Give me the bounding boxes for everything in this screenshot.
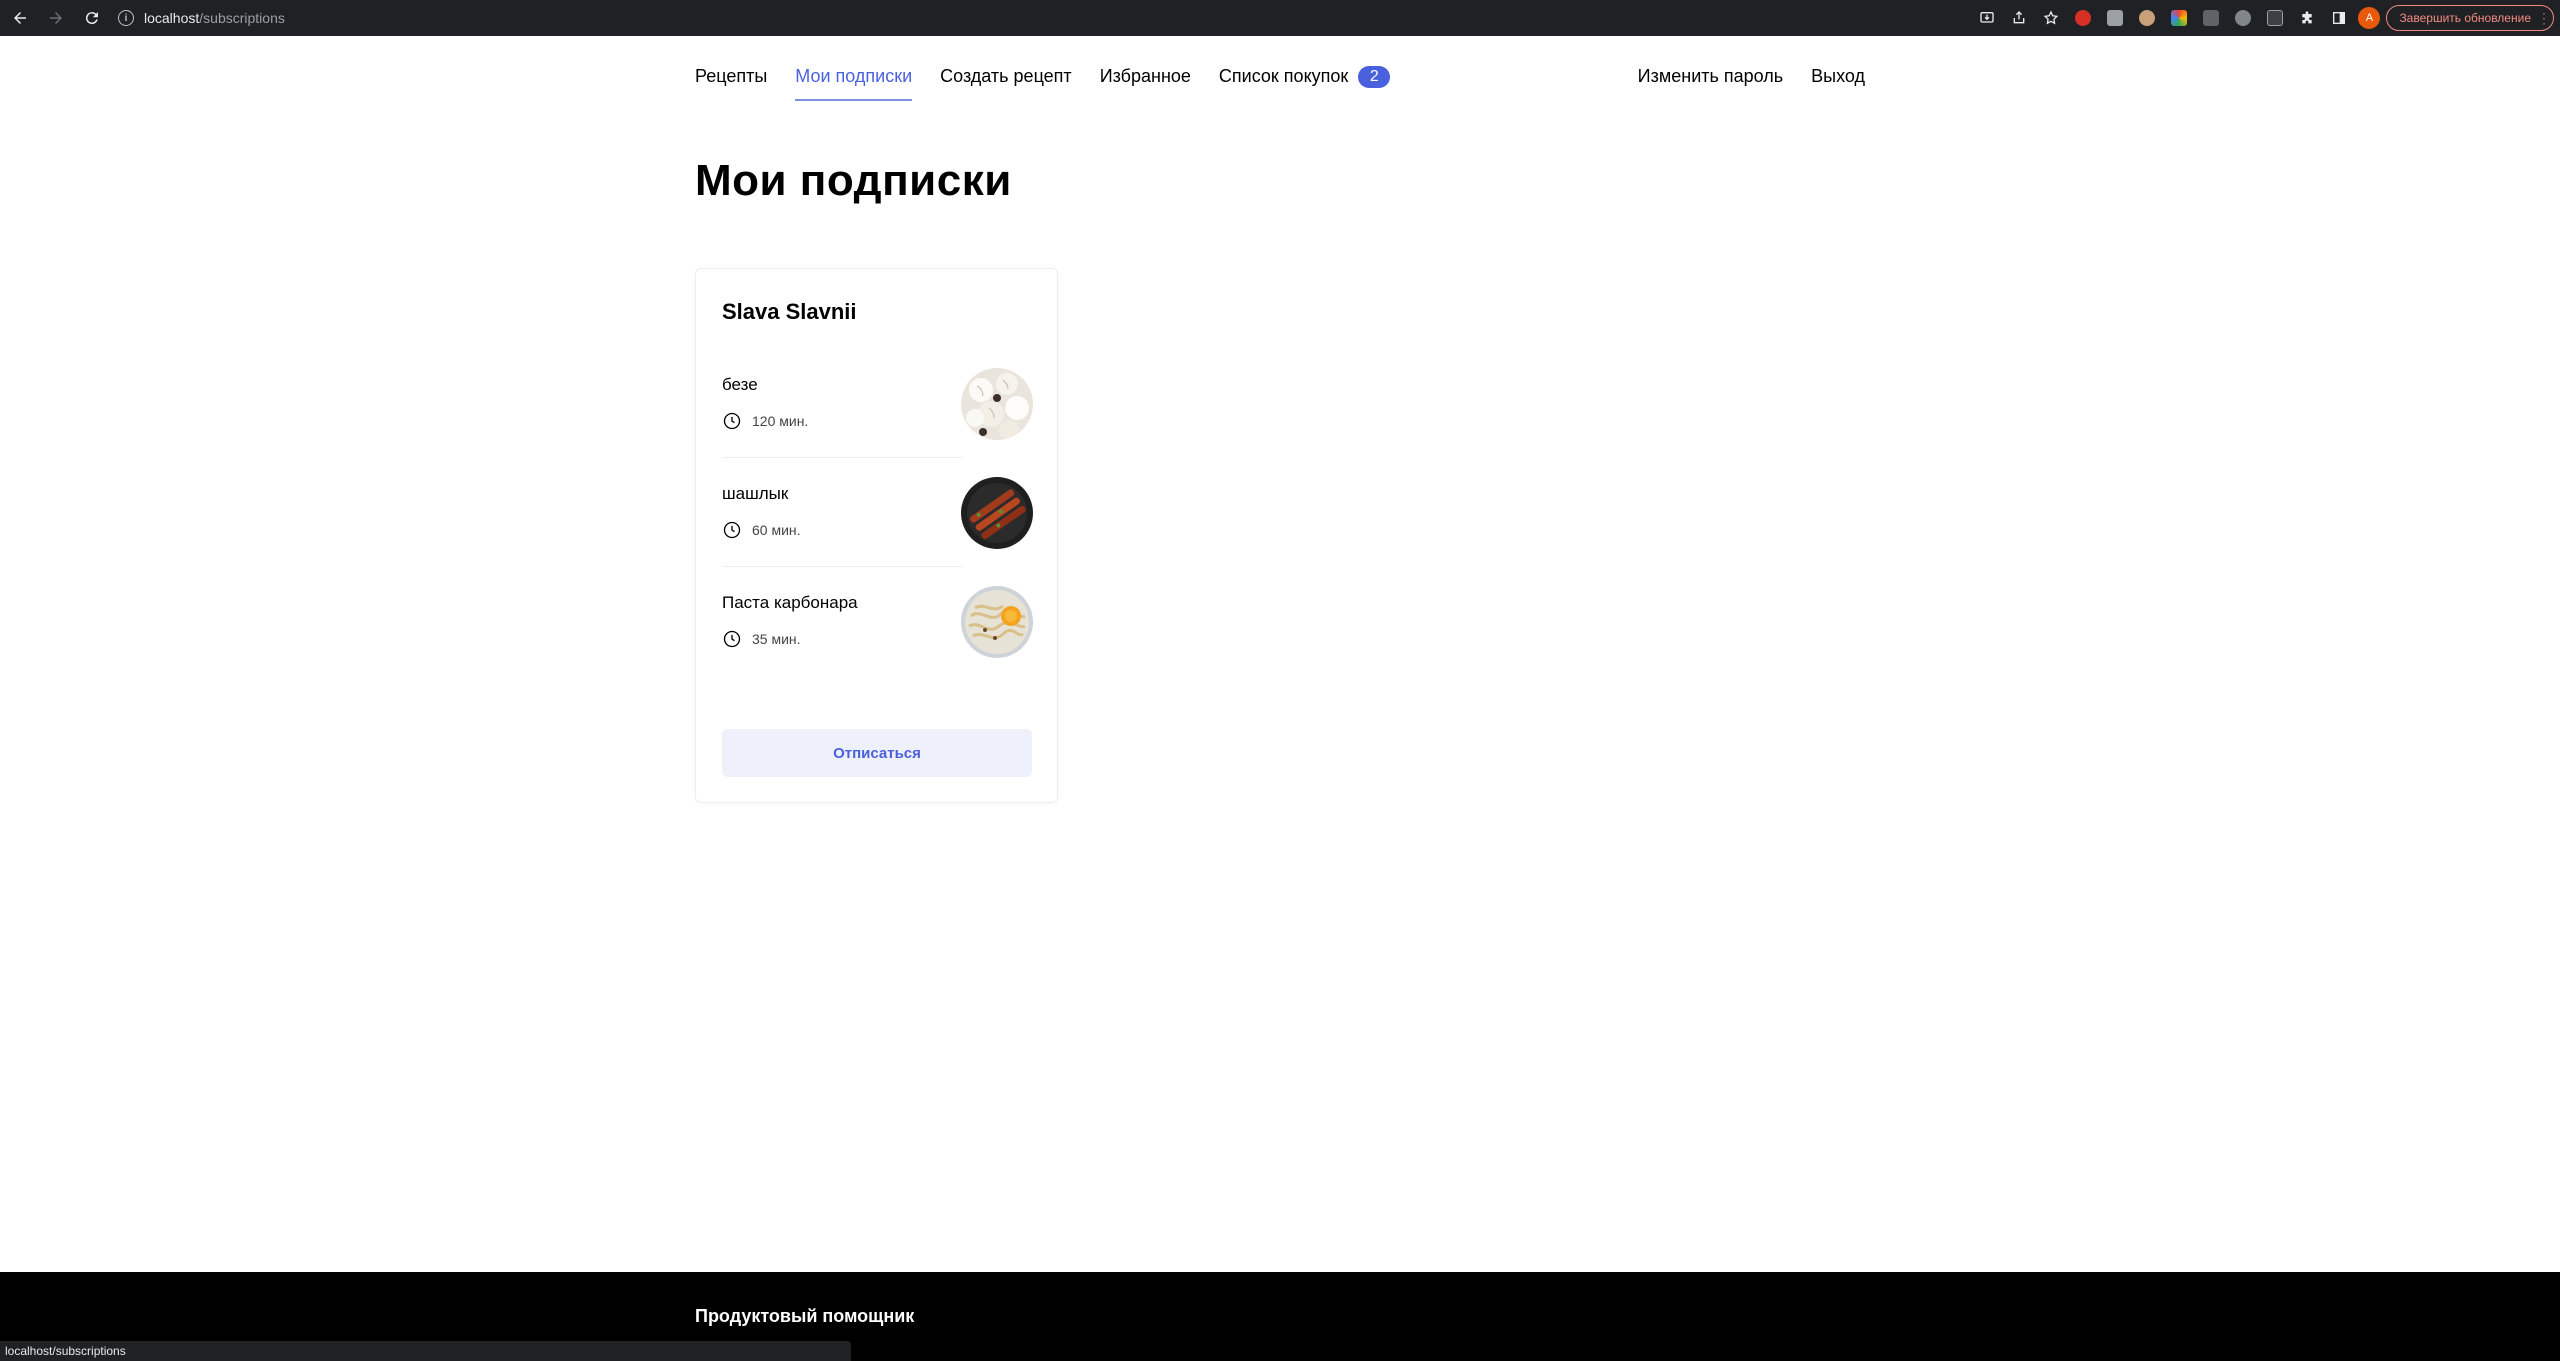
reload-icon[interactable]	[76, 2, 108, 34]
extension-tool-icon[interactable]	[2198, 5, 2224, 31]
site-info-icon[interactable]: i	[118, 10, 134, 26]
nav-item-create-recipe[interactable]: Создать рецепт	[940, 66, 1072, 101]
share-icon[interactable]	[2006, 5, 2032, 31]
nav-item-shopping-list[interactable]: Список покупок	[1219, 66, 1348, 101]
update-label: Завершить обновление	[2399, 11, 2531, 25]
extension-script-icon[interactable]	[2262, 5, 2288, 31]
clock-icon	[723, 521, 741, 539]
extension-color-icon[interactable]	[2166, 5, 2192, 31]
recipe-time: 120 мин.	[722, 411, 808, 431]
page-title: Мои подписки	[695, 156, 1012, 205]
link-status-bar: localhost/subscriptions	[0, 1341, 851, 1361]
recipe-name[interactable]: безе	[722, 375, 758, 395]
bookmark-star-icon[interactable]	[2038, 5, 2064, 31]
recipe-name[interactable]: шашлык	[722, 484, 788, 504]
nav-item-shopping-list-wrapper: Список покупок 2	[1219, 66, 1391, 101]
change-password-link[interactable]: Изменить пароль	[1638, 66, 1783, 87]
puzzle-icon[interactable]	[2294, 5, 2320, 31]
profile-avatar[interactable]: A	[2358, 7, 2381, 29]
extension-circle-icon[interactable]	[2230, 5, 2256, 31]
footer-brand: Продуктовый помощник	[695, 1306, 915, 1326]
recipe-name[interactable]: Паста карбонара	[722, 593, 858, 613]
recipe-item[interactable]: шашлык 60 мин.	[722, 470, 1033, 578]
side-panel-icon[interactable]	[2326, 5, 2352, 31]
nav-item-subscriptions[interactable]: Мои подписки	[795, 66, 912, 101]
author-name[interactable]: Slava Slavnii	[722, 299, 857, 325]
update-browser-button[interactable]: Завершить обновление · · ·	[2386, 5, 2554, 31]
recipe-item[interactable]: безе 120 мин.	[722, 361, 1033, 469]
nav-item-recipes[interactable]: Рецепты	[695, 66, 767, 101]
account-nav: Изменить пароль Выход	[1638, 66, 1865, 87]
main-nav: Рецепты Мои подписки Создать рецепт Избр…	[695, 66, 1391, 101]
forward-icon[interactable]	[40, 2, 72, 34]
recipe-image-meringue	[961, 368, 1033, 440]
recipe-time: 35 мин.	[722, 629, 801, 649]
divider	[722, 566, 962, 567]
unsubscribe-button[interactable]: Отписаться	[722, 729, 1032, 777]
recipe-item[interactable]: Паста карбонара 35 мин.	[722, 579, 1033, 687]
address-bar[interactable]: i localhost/subscriptions	[108, 4, 1948, 32]
recipe-image-shashlik	[961, 477, 1033, 549]
extension-mascot-icon[interactable]	[2134, 5, 2160, 31]
recipe-image-carbonara	[961, 586, 1033, 658]
nav-item-favorites[interactable]: Избранное	[1100, 66, 1191, 101]
browser-toolbar: i localhost/subscriptions A Завершить об…	[0, 0, 2560, 36]
extension-grey-icon[interactable]	[2102, 5, 2128, 31]
extension-red-icon[interactable]	[2070, 5, 2096, 31]
recipe-time-value: 35 мин.	[752, 631, 801, 647]
subscription-card: Slava Slavnii безе 120 мин. шашлык 60 ми…	[695, 268, 1058, 803]
url-host: localhost	[144, 10, 200, 26]
clock-icon	[723, 412, 741, 430]
clock-icon	[723, 630, 741, 648]
recipe-time: 60 мин.	[722, 520, 801, 540]
recipe-time-value: 120 мин.	[752, 413, 809, 429]
url-path: /subscriptions	[199, 10, 285, 26]
divider	[722, 457, 962, 458]
logout-link[interactable]: Выход	[1811, 66, 1865, 87]
install-icon[interactable]	[1974, 5, 2000, 31]
site-header: Рецепты Мои подписки Создать рецепт Избр…	[0, 36, 2560, 116]
back-icon[interactable]	[4, 2, 36, 34]
menu-dots-icon: · · ·	[2542, 6, 2546, 30]
cart-count-badge: 2	[1358, 66, 1391, 88]
recipe-time-value: 60 мин.	[752, 522, 801, 538]
